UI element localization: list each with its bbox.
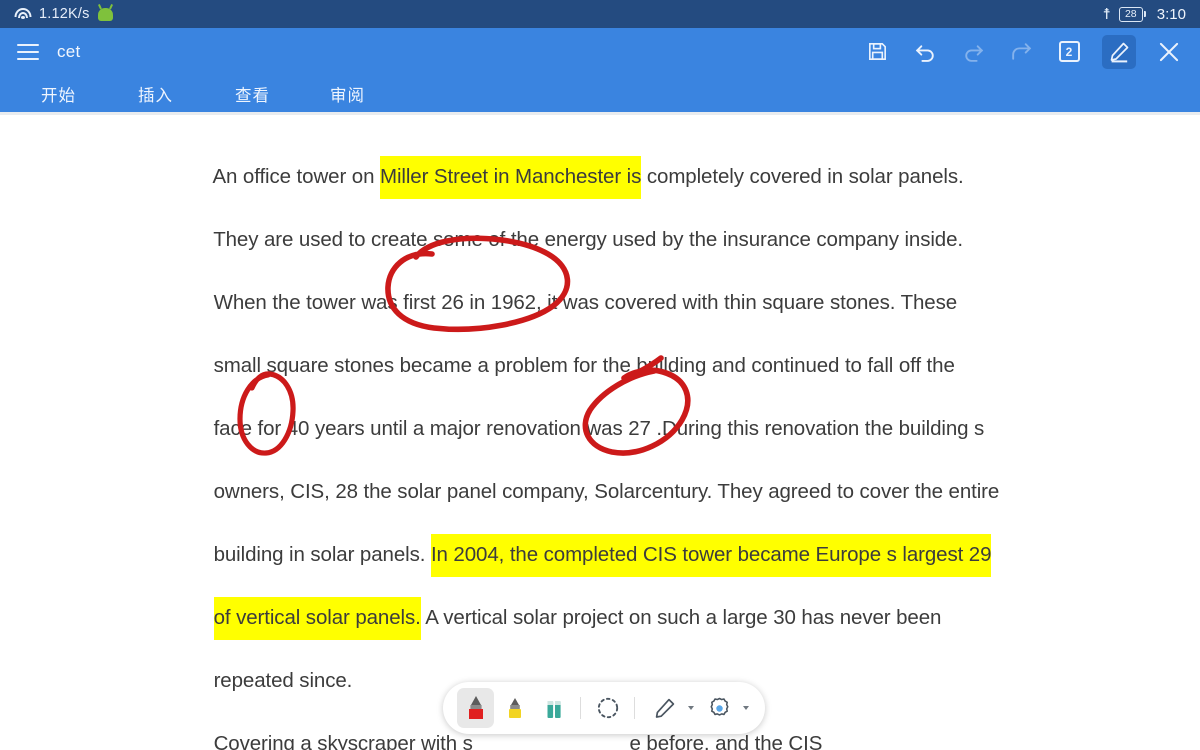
document-line: owners, CIS, 28 the solar panel company,… xyxy=(180,461,1000,523)
line-segment: repeated since. xyxy=(213,668,353,692)
app-bar-actions: 2 xyxy=(862,34,1184,69)
document-canvas[interactable]: An office tower on Miller Street in Manc… xyxy=(0,115,1200,750)
line-segment: They are used to create some of the ener… xyxy=(213,227,964,251)
status-bar-left: 1.12K/s xyxy=(14,6,113,22)
battery-level-label: 28 xyxy=(1118,6,1143,22)
line-segment: owners, CIS, 28 the solar panel company,… xyxy=(213,479,1000,503)
edit-pen-button[interactable] xyxy=(1102,34,1136,69)
document-line: building in solar panels. In 2004, the c… xyxy=(180,524,991,586)
highlighted-segment: of vertical solar panels. xyxy=(213,596,421,640)
dashed-circle-icon xyxy=(597,697,618,719)
bluetooth-icon: ☨ xyxy=(1102,5,1111,23)
page-count-label: 2 xyxy=(1058,41,1080,62)
gear-icon xyxy=(710,697,729,716)
gear-icon-wrap xyxy=(700,688,740,728)
toolbar-divider xyxy=(634,697,635,719)
document-title: cet xyxy=(57,41,81,61)
app-bar: cet 2 xyxy=(0,28,1200,75)
pencil-icon xyxy=(655,698,675,718)
tab-insert[interactable]: 插入 xyxy=(132,79,179,109)
pen-style-tool[interactable] xyxy=(643,688,696,728)
document-editor-screen: 1.12K/s ☨ 28 3:10 cet 2 开始 插入 查看 审阅 An o… xyxy=(0,0,1200,750)
clock-label: 3:10 xyxy=(1156,5,1186,23)
ribbon-tab-bar: 开始 插入 查看 审阅 xyxy=(0,75,1200,112)
document-line: face for 40 years until a major renovati… xyxy=(180,398,985,460)
status-bar-right: ☨ 28 3:10 xyxy=(1103,6,1186,23)
line-segment: completely covered in solar panels. xyxy=(641,164,964,188)
status-bar: 1.12K/s ☨ 28 3:10 xyxy=(0,0,1200,28)
eraser-tool[interactable] xyxy=(535,688,572,728)
highlighted-segment: In 2004, the completed CIS tower became … xyxy=(430,533,991,577)
tab-review[interactable]: 审阅 xyxy=(324,79,371,109)
chevron-down-icon xyxy=(742,706,749,710)
redo-button[interactable] xyxy=(958,37,988,67)
pencil-icon-wrap xyxy=(645,688,685,728)
line-segment: A vertical solar project on such a large… xyxy=(420,605,942,629)
red-marker-tool[interactable] xyxy=(457,688,495,728)
eraser-icon xyxy=(547,701,561,718)
document-line: When the tower was first 26 in 1962, it … xyxy=(180,272,958,334)
pen-toolbar xyxy=(443,682,765,734)
toolbar-divider xyxy=(580,697,582,719)
highlighted-segment: Miller Street in Manchester is xyxy=(379,155,641,199)
settings-tool[interactable] xyxy=(698,688,751,728)
yellow-highlighter-tool[interactable] xyxy=(496,688,533,728)
hamburger-menu-icon[interactable] xyxy=(17,43,39,60)
page-count-button[interactable]: 2 xyxy=(1054,37,1084,67)
document-line: An office tower on Miller Street in Manc… xyxy=(180,146,964,208)
line-segment: face for 40 years until a major renovati… xyxy=(213,416,985,440)
marker-pen-icon xyxy=(468,696,483,719)
document-line: small square stones became a problem for… xyxy=(180,335,955,397)
lasso-select-tool[interactable] xyxy=(589,688,626,728)
close-button[interactable] xyxy=(1154,37,1184,67)
android-robot-icon xyxy=(97,7,113,21)
tab-start[interactable]: 开始 xyxy=(35,79,82,109)
undo-button[interactable] xyxy=(910,37,940,67)
highlighter-icon xyxy=(508,698,521,718)
share-button[interactable] xyxy=(1006,37,1036,67)
save-button[interactable] xyxy=(862,37,892,67)
document-line: of vertical solar panels. A vertical sol… xyxy=(180,587,941,649)
line-segment: building in solar panels. xyxy=(213,542,431,566)
battery-indicator: 28 xyxy=(1118,6,1146,22)
wifi-icon xyxy=(14,7,31,22)
tab-view[interactable]: 查看 xyxy=(229,79,276,109)
document-line: repeated since. xyxy=(180,650,353,712)
line-segment: When the tower was first 26 in 1962, it … xyxy=(213,290,958,314)
chevron-down-icon xyxy=(687,706,694,710)
document-line: They are used to create some of the ener… xyxy=(180,209,963,271)
line-segment: small square stones became a problem for… xyxy=(213,353,955,377)
battery-cap xyxy=(1143,11,1146,17)
network-speed-label: 1.12K/s xyxy=(39,6,90,22)
line-segment: An office tower on xyxy=(212,164,380,188)
